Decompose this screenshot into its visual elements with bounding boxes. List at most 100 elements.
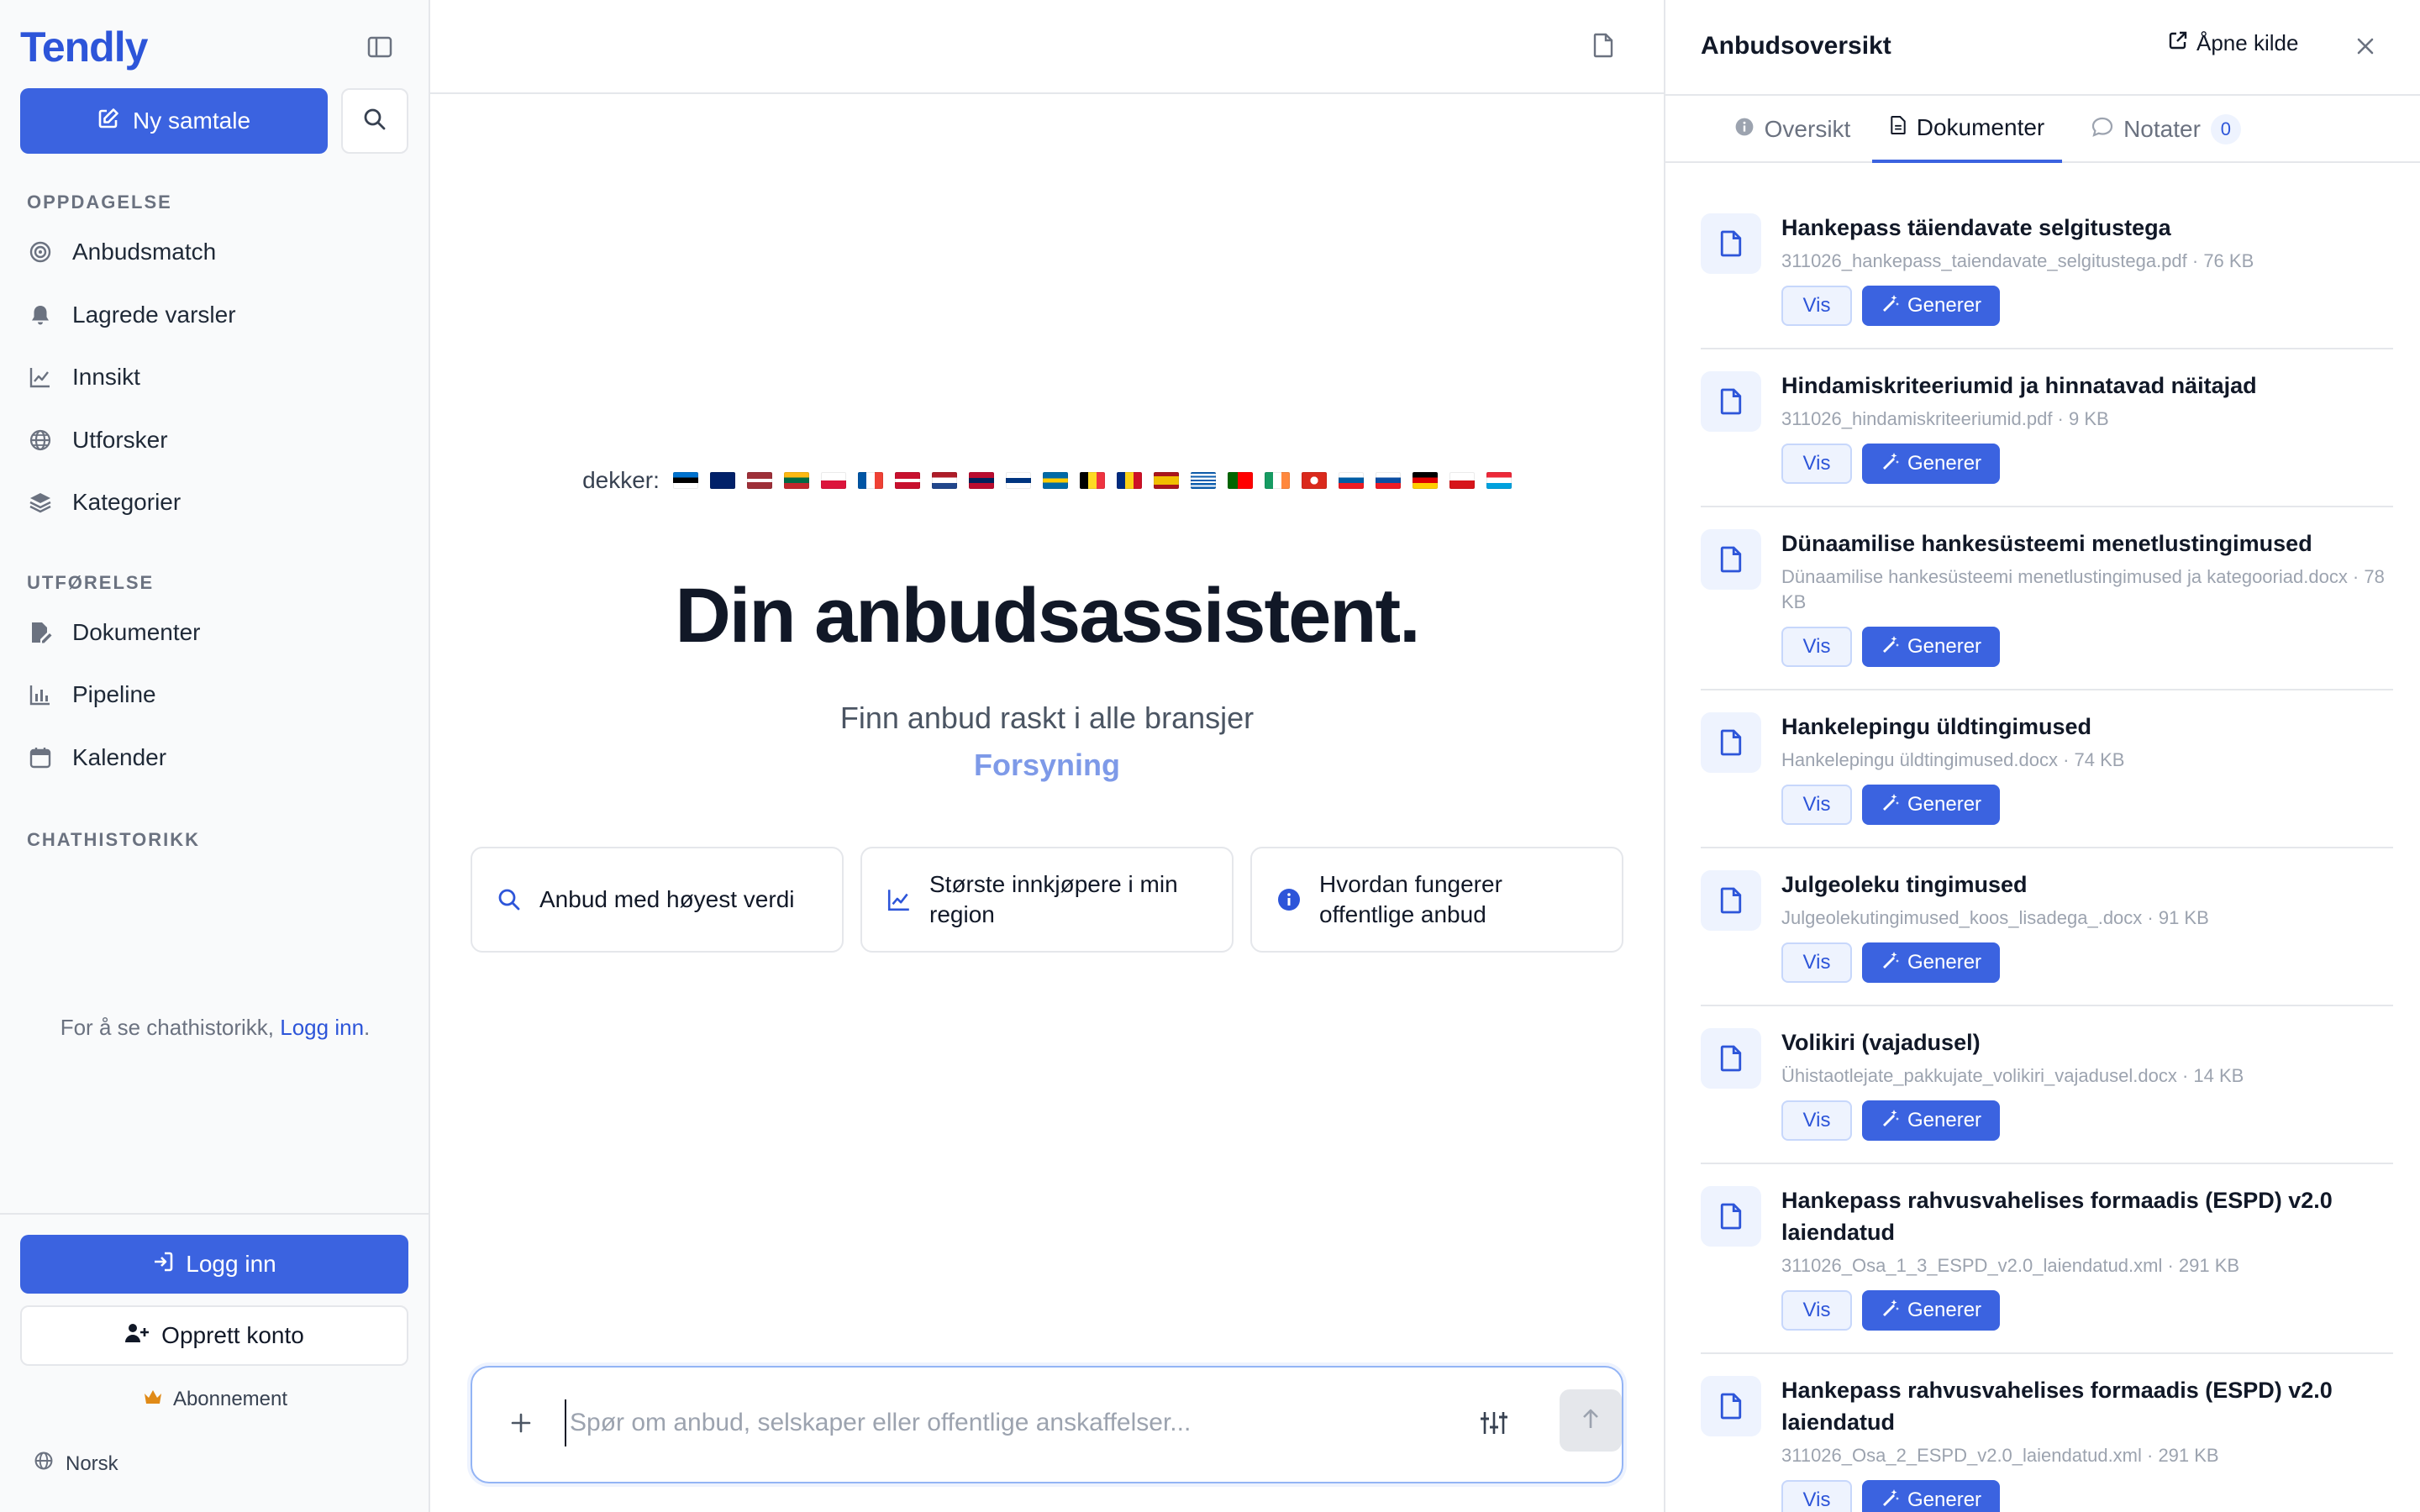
sidebar-item-pipeline[interactable]: Pipeline xyxy=(27,669,397,720)
calendar-icon xyxy=(27,744,54,771)
view-button[interactable]: Vis xyxy=(1781,627,1852,667)
generate-button[interactable]: Generer xyxy=(1862,942,2001,983)
document-item: Dünaamilise hankesüsteemi menetlustingim… xyxy=(1701,507,2393,690)
document-panel-toggle[interactable] xyxy=(1586,30,1620,64)
file-icon xyxy=(1701,529,1761,590)
view-button[interactable]: Vis xyxy=(1781,785,1852,825)
attach-plus-icon[interactable] xyxy=(504,1406,538,1440)
document-meta: Dünaamilise hankesüsteemi menetlustingim… xyxy=(1781,566,2385,612)
new-chat-label: Ny samtale xyxy=(132,108,251,134)
suggestion-top-buyers[interactable]: Største innkjøpere i min region xyxy=(860,847,1234,953)
open-source-link[interactable]: Åpne kilde xyxy=(2168,30,2298,56)
document-item: Volikiri (vajadusel) Ühistaotlejate_pakku… xyxy=(1701,1006,2393,1164)
document-name: Hankepass rahvusvahelises formaadis (ESP… xyxy=(1781,1188,2333,1245)
document-meta: Julgeolekutingimused_koos_lisadega_.docx… xyxy=(1781,907,2209,928)
send-button[interactable] xyxy=(1560,1389,1622,1452)
edit-icon xyxy=(97,108,119,135)
trend-icon xyxy=(886,886,913,913)
document-item: Hankepass rahvusvahelises formaadis (ESP… xyxy=(1701,1164,2393,1354)
section-label-history: CHATHISTORIKK xyxy=(27,829,201,850)
tab-oversikt[interactable]: Oversikt xyxy=(1724,96,1860,163)
document-item: Hindamiskriteeriumid ja hinnatavad näita… xyxy=(1701,349,2393,507)
magic-wand-icon xyxy=(1881,294,1899,318)
new-chat-button[interactable]: Ny samtale xyxy=(20,88,328,154)
view-button[interactable]: Vis xyxy=(1781,1100,1852,1141)
flag-se-icon xyxy=(1042,472,1068,489)
sidebar-item-dokumenter[interactable]: Dokumenter xyxy=(27,607,397,658)
generate-button[interactable]: Generer xyxy=(1862,444,2001,484)
flag-es-icon xyxy=(1153,472,1179,489)
suggestion-highest-value[interactable]: Anbud med høyest verdi xyxy=(471,847,844,953)
file-icon xyxy=(1701,371,1761,432)
generate-button[interactable]: Generer xyxy=(1862,1290,2001,1331)
document-meta: 311026_Osa_1_3_ESPD_v2.0_laiendatud.xml … xyxy=(1781,1255,2240,1276)
coverage-label: dekker: xyxy=(582,467,660,493)
flag-nl-icon xyxy=(931,472,957,489)
document-item: Hankelepingu üldtingimused Hankelepingu ü… xyxy=(1701,690,2393,848)
flag-ro-icon xyxy=(1116,472,1142,489)
document-actions: Vis Generer xyxy=(1781,627,2393,667)
language-selector[interactable]: Norsk xyxy=(34,1451,118,1477)
sidebar-item-innsikt[interactable]: Innsikt xyxy=(27,352,397,402)
chat-input[interactable] xyxy=(565,1399,1405,1446)
sidebar-item-utforsker[interactable]: Utforsker xyxy=(27,415,397,465)
bar-chart-icon xyxy=(27,681,54,708)
history-note-suffix: . xyxy=(364,1015,371,1040)
generate-button[interactable]: Generer xyxy=(1862,785,2001,825)
view-button[interactable]: Vis xyxy=(1781,444,1852,484)
crown-icon xyxy=(143,1388,163,1411)
suggestion-how-tenders-work[interactable]: Hvordan fungerer offentlige anbud xyxy=(1250,847,1623,953)
generate-label: Generer xyxy=(1907,1299,1982,1321)
view-button[interactable]: Vis xyxy=(1781,1480,1852,1512)
sidebar-item-label: Utforsker xyxy=(72,427,168,453)
suggestion-label: Anbud med høyest verdi xyxy=(539,886,795,912)
panel-tabs: Oversikt Dokumenter Notater 0 xyxy=(1665,94,2420,163)
tab-dokumenter[interactable]: Dokumenter xyxy=(1872,96,2062,163)
sidebar-item-label: Anbudsmatch xyxy=(72,239,217,265)
file-icon xyxy=(1701,213,1761,274)
generate-button[interactable]: Generer xyxy=(1862,1480,2001,1512)
info-icon xyxy=(1734,116,1754,143)
document-name: Dünaamilise hankesüsteemi menetlustingim… xyxy=(1781,531,2312,556)
sidebar-item-anbudsmatch[interactable]: Anbudsmatch xyxy=(27,227,397,277)
login-label: Logg inn xyxy=(186,1251,276,1277)
magic-wand-icon xyxy=(1881,635,1899,659)
tab-notater[interactable]: Notater 0 xyxy=(2082,96,2250,163)
target-icon xyxy=(27,239,54,265)
generate-button[interactable]: Generer xyxy=(1862,627,2001,667)
app-logo[interactable]: Tendly xyxy=(20,22,148,72)
login-button[interactable]: Logg inn xyxy=(20,1235,408,1294)
flag-pt-icon xyxy=(1227,472,1253,489)
sidebar-item-kategorier[interactable]: Kategorier xyxy=(27,477,397,528)
filters-sliders-icon[interactable] xyxy=(1477,1406,1511,1440)
document-item: Julgeoleku tingimused Julgeolekutingimuse… xyxy=(1701,848,2393,1006)
magic-wand-icon xyxy=(1881,793,1899,817)
document-name: Hindamiskriteeriumid ja hinnatavad näita… xyxy=(1781,373,2257,398)
sidebar-item-lagrede-varsler[interactable]: Lagrede varsler xyxy=(27,290,397,340)
generate-button[interactable]: Generer xyxy=(1862,1100,2001,1141)
search-button[interactable] xyxy=(341,88,408,154)
view-button[interactable]: Vis xyxy=(1781,942,1852,983)
document-actions: Vis Generer xyxy=(1781,1100,2393,1141)
signup-button[interactable]: Opprett konto xyxy=(20,1305,408,1366)
flag-gr-icon xyxy=(1190,472,1216,489)
document-edit-icon xyxy=(27,619,54,646)
flag-ie-icon xyxy=(1264,472,1290,489)
generate-label: Generer xyxy=(1907,452,1982,475)
flag-lu-icon xyxy=(1486,472,1512,489)
document-actions: Vis Generer xyxy=(1781,1290,2393,1331)
subscription-link[interactable]: Abonnement xyxy=(0,1388,430,1411)
history-login-link[interactable]: Logg inn xyxy=(280,1015,364,1040)
view-button[interactable]: Vis xyxy=(1781,1290,1852,1331)
coverage-row: dekker: xyxy=(430,467,1664,494)
close-panel-button[interactable] xyxy=(2346,29,2385,67)
flag-fr-icon xyxy=(857,472,883,489)
sidebar-item-kalender[interactable]: Kalender xyxy=(27,732,397,783)
suggestion-label: Hvordan fungerer offentlige anbud xyxy=(1319,871,1502,927)
history-note-text: For å se chathistorikk, xyxy=(60,1015,275,1040)
sidebar-item-label: Innsikt xyxy=(72,364,140,390)
sidebar-toggle-icon[interactable] xyxy=(363,30,397,64)
section-label-execution: UTFØRELSE xyxy=(27,572,155,593)
view-button[interactable]: Vis xyxy=(1781,286,1852,326)
generate-button[interactable]: Generer xyxy=(1862,286,2001,326)
